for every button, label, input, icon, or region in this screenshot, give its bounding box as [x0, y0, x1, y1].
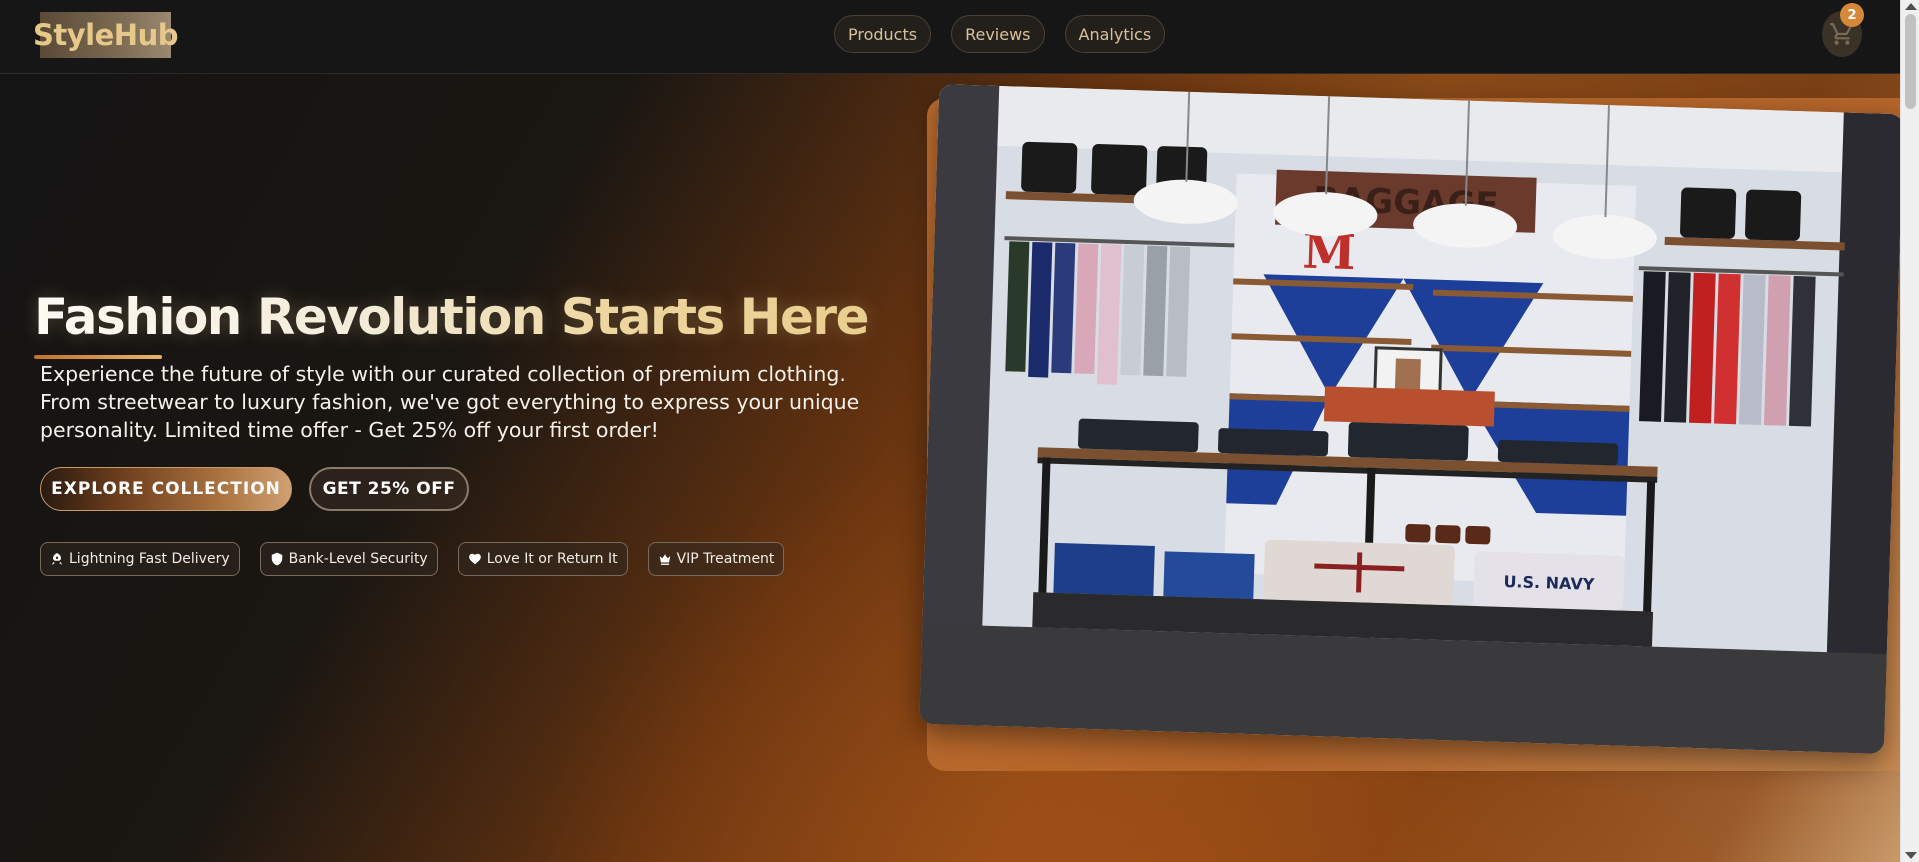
feature-badges: Lightning Fast Delivery Bank-Level Secur… [40, 542, 785, 576]
heart-icon [468, 553, 481, 565]
rocket-icon [51, 553, 63, 565]
hero-title: Fashion Revolution Starts Here [34, 288, 870, 346]
feature-badge-delivery: Lightning Fast Delivery [40, 542, 240, 576]
page-scrollbar[interactable] [1900, 0, 1919, 862]
stylehub-logo[interactable]: StyleHub [33, 12, 178, 58]
shield-icon [271, 552, 282, 566]
crown-icon [659, 554, 670, 565]
nav-link-products[interactable]: Products [834, 15, 932, 53]
cart-count-badge: 2 [1840, 3, 1864, 27]
feature-badge-security: Bank-Level Security [259, 542, 438, 576]
get-discount-button[interactable]: GET 25% OFF [309, 467, 469, 511]
explore-collection-button[interactable]: EXPLORE COLLECTION [40, 467, 292, 511]
feature-label: VIP Treatment [676, 551, 775, 567]
feature-badge-vip: VIP Treatment [647, 542, 785, 576]
nav-link-reviews[interactable]: Reviews [951, 15, 1045, 53]
feature-label: Bank-Level Security [288, 551, 428, 567]
feature-label: Love It or Return It [486, 551, 618, 567]
scroll-thumb[interactable] [1905, 14, 1916, 109]
nav-link-analytics[interactable]: Analytics [1064, 15, 1166, 53]
title-underline [34, 355, 162, 359]
hero-description: Experience the future of style with our … [40, 362, 860, 442]
main-nav: Products Reviews Analytics [834, 15, 1166, 53]
feature-badge-returns: Love It or Return It [457, 542, 628, 576]
scroll-up-arrow[interactable] [1905, 3, 1917, 10]
sweater-text: U.S. NAVY [1503, 572, 1595, 594]
store-interior-image: BAGGAGE M U.S. NAVY [919, 84, 1904, 754]
scroll-down-arrow[interactable] [1905, 852, 1917, 859]
feature-label: Lightning Fast Delivery [69, 551, 230, 567]
top-navbar: StyleHub Products Reviews Analytics 2 [0, 0, 1900, 74]
